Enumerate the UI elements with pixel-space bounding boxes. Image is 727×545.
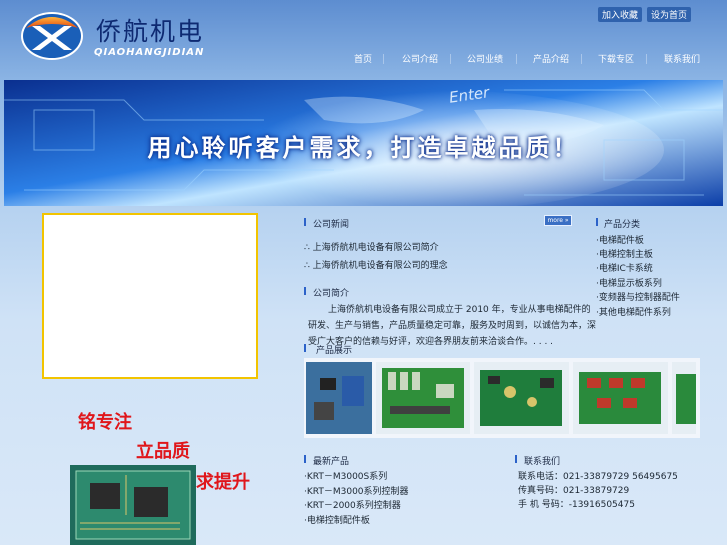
products-section-title: 产品展示 (316, 346, 353, 356)
category-item[interactable]: ·电梯显示板系列 (596, 276, 662, 289)
circuit-board-image (70, 465, 196, 545)
nav-contact[interactable]: 联系我们 (664, 52, 700, 65)
category-item[interactable]: ·电梯控制主板 (596, 247, 653, 260)
latest-product-item[interactable]: ·KRT－2000系列控制器 (304, 498, 401, 511)
category-item[interactable]: ·电梯IC卡系统 (596, 261, 653, 274)
contact-fax: 传真号码：021-33879729 (518, 486, 630, 496)
product-thumbnail[interactable] (672, 362, 696, 434)
company-logo (21, 12, 83, 60)
banner-slogan: 用心聆听客户需求，打造卓越品质！ (147, 134, 580, 162)
product-thumbnail[interactable] (306, 362, 372, 434)
contact-mobile: 手 机 号码：-13916505475 (518, 500, 635, 510)
slogan-line-2: 立品质 (136, 441, 190, 462)
nav-home[interactable]: 首页 (354, 52, 372, 65)
nav-divider (646, 54, 647, 64)
nav-divider (450, 54, 451, 64)
category-item[interactable]: ·变频器与控制器配件 (596, 290, 680, 303)
latest-product-item[interactable]: ·KRT－M3000S系列 (304, 469, 387, 482)
latest-product-item[interactable]: ·KRT－M3000系列控制器 (304, 484, 409, 497)
contact-section-title: 联系我们 (524, 457, 561, 467)
news-more-button[interactable]: more » (544, 215, 572, 226)
category-item[interactable]: ·电梯配件板 (596, 233, 644, 246)
product-thumbnail[interactable] (474, 362, 569, 434)
section-marker (304, 344, 306, 352)
left-feature-box (42, 213, 258, 379)
hero-banner: Enter 用心聆听客户需求，打造卓越品质！ (4, 80, 723, 206)
product-thumbnail[interactable] (376, 362, 470, 434)
news-item[interactable]: ∴ 上海侨航机电设备有限公司简介 (304, 240, 439, 253)
contact-phone: 联系电话：021-33879729 56495675 (518, 472, 678, 482)
section-marker (304, 218, 306, 226)
about-section-title: 公司简介 (313, 289, 350, 299)
section-marker (515, 455, 517, 463)
slogan-line-3: 求提升 (196, 472, 250, 493)
slogan-line-1: 铭专注 (78, 412, 132, 433)
category-item[interactable]: ·其他电梯配件系列 (596, 305, 671, 318)
logo-chinese-name: 侨航机电 (96, 17, 205, 46)
section-marker (596, 218, 598, 226)
main-nav: 首页 公司介绍 公司业绩 产品介绍 下载专区 联系我们 (340, 52, 727, 66)
logo-english-name: QIAOHANGJIDIAN (94, 47, 205, 58)
news-section-title: 公司新闻 (313, 220, 350, 230)
latest-section-title: 最新产品 (313, 457, 350, 467)
nav-company-intro[interactable]: 公司介绍 (402, 52, 438, 65)
add-bookmark-link[interactable]: 加入收藏 (598, 7, 643, 22)
latest-product-item[interactable]: ·电梯控制配件板 (304, 513, 370, 526)
product-gallery (304, 358, 700, 438)
news-item[interactable]: ∴ 上海侨航机电设备有限公司的理念 (304, 258, 448, 271)
nav-products[interactable]: 产品介绍 (533, 52, 569, 65)
section-marker (304, 455, 306, 463)
categories-section-title: 产品分类 (604, 220, 641, 230)
nav-divider (383, 54, 384, 64)
section-marker (304, 287, 306, 295)
nav-divider (581, 54, 582, 64)
nav-divider (516, 54, 517, 64)
nav-downloads[interactable]: 下载专区 (598, 52, 634, 65)
nav-company-performance[interactable]: 公司业绩 (467, 52, 503, 65)
set-homepage-link[interactable]: 设为首页 (647, 7, 692, 22)
product-thumbnail[interactable] (573, 362, 668, 434)
